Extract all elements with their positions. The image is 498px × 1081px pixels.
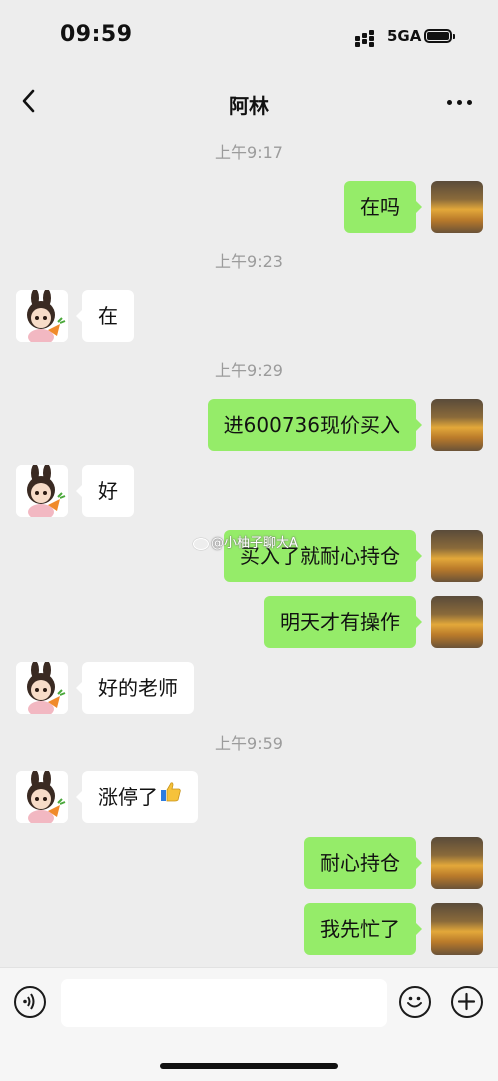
battery-icon [424,29,455,43]
more-dots-icon[interactable] [444,88,476,116]
status-bar: 09:59 5GA [0,0,498,70]
timestamp: 上午9:23 [215,252,283,271]
voice-icon[interactable] [14,986,46,1018]
message-bubble-received[interactable]: 涨停了 [76,770,198,823]
message-bubble-received[interactable]: 好的老师 [76,662,194,714]
message-bubble-received[interactable]: 好 [76,465,134,517]
timestamp: 上午9:29 [215,361,283,380]
timestamp: 上午9:17 [215,143,283,162]
network-label: 5GA [387,27,422,45]
my-avatar[interactable] [431,399,483,451]
my-avatar[interactable] [431,181,483,233]
my-avatar[interactable] [431,530,483,582]
message-bubble-sent[interactable]: 在吗 [344,181,422,233]
thumbs-up-icon [160,770,182,822]
message-bubble-sent[interactable]: 明天才有操作 [264,596,422,648]
contact-avatar[interactable] [16,290,68,342]
message-bubble-sent[interactable]: 我先忙了 [304,903,422,955]
emoji-icon[interactable] [399,986,431,1018]
timestamp: 上午9:59 [215,734,283,753]
my-avatar[interactable] [431,837,483,889]
message-bubble-received[interactable]: 在 [76,290,134,342]
status-time: 09:59 [60,22,133,47]
my-avatar[interactable] [431,596,483,648]
watermark-text: @小柚子聊大A [211,536,298,551]
plus-icon[interactable] [451,986,483,1018]
weibo-icon [193,537,209,550]
contact-avatar[interactable] [16,465,68,517]
home-indicator[interactable] [160,1063,338,1069]
message-bubble-sent[interactable]: 耐心持仓 [304,837,422,889]
my-avatar[interactable] [431,903,483,955]
signal-icon [355,30,377,47]
contact-avatar[interactable] [16,662,68,714]
message-text: 涨停了 [98,785,158,809]
message-input[interactable] [61,979,387,1027]
message-bubble-sent[interactable]: 进600736现价买入 [207,399,423,451]
chat-title: 阿林 [229,94,269,118]
watermark: @小柚子聊大A [193,532,298,551]
chat-header: 阿林 [0,76,498,130]
contact-avatar[interactable] [16,771,68,823]
